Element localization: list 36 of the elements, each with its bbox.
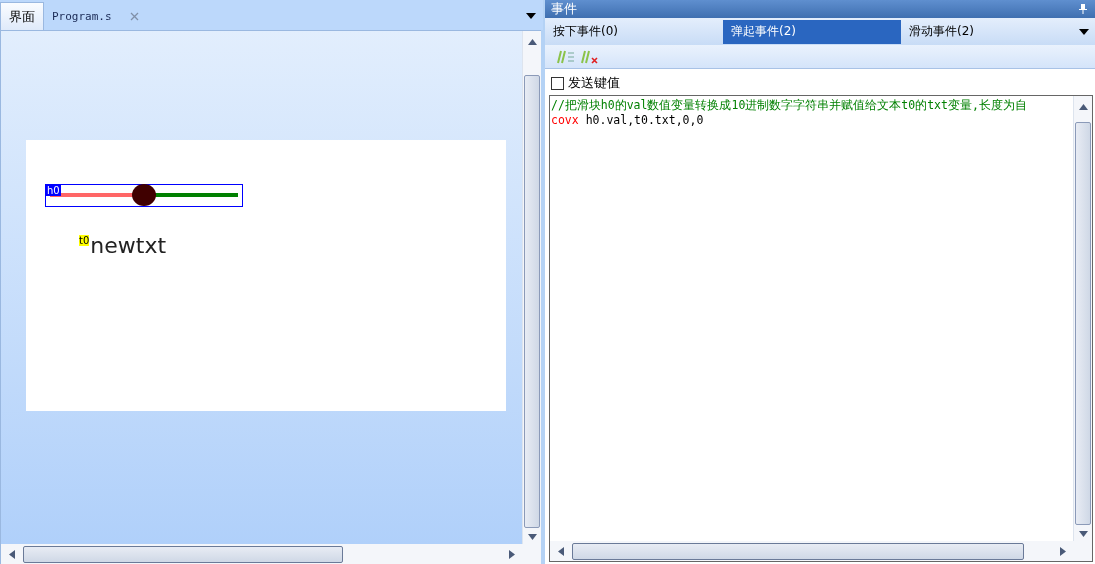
slider-thumb[interactable]: [132, 184, 156, 206]
scroll-thumb[interactable]: [23, 545, 343, 563]
scroll-left-icon[interactable]: [558, 546, 564, 556]
scroll-down-icon[interactable]: [527, 534, 537, 540]
scroll-right-icon[interactable]: [1060, 546, 1066, 556]
scroll-left-icon[interactable]: [9, 549, 15, 559]
scroll-thumb[interactable]: [524, 75, 540, 528]
scroll-thumb[interactable]: [1075, 122, 1091, 525]
scroll-down-icon[interactable]: [1078, 531, 1088, 537]
scroll-up-icon[interactable]: [527, 39, 537, 45]
checkbox[interactable]: [551, 76, 564, 90]
slider-name-label: h0: [46, 185, 61, 196]
event-tab[interactable]: 弹起事件(2): [723, 19, 901, 44]
code-editor[interactable]: //把滑块h0的val数值变量转换成10进制数字字符串并赋值给文本t0的txt变量,长度为自 covx h0.val,t0.txt,0,0: [549, 95, 1093, 562]
document-tab[interactable]: Program.s: [44, 3, 147, 30]
horizontal-scrollbar[interactable]: [550, 541, 1092, 561]
checkbox-label: 发送键值: [568, 74, 620, 92]
text-name-label: t0: [79, 235, 90, 246]
vertical-scrollbar[interactable]: [1073, 96, 1092, 541]
horizontal-scrollbar[interactable]: [1, 544, 541, 564]
scroll-up-icon[interactable]: [1078, 104, 1088, 110]
event-tab[interactable]: 按下事件(0): [545, 19, 723, 44]
uncomment-icon[interactable]: [581, 48, 599, 65]
slider-widget[interactable]: h0: [45, 184, 243, 207]
panel-title: 事件: [551, 0, 577, 18]
event-tab[interactable]: 滑动事件(2): [901, 19, 1079, 44]
dropdown-icon[interactable]: [1079, 29, 1089, 35]
text-widget[interactable]: newtxt: [90, 233, 167, 258]
vertical-scrollbar[interactable]: [522, 31, 541, 544]
scroll-right-icon[interactable]: [509, 549, 515, 559]
scroll-thumb[interactable]: [572, 542, 1024, 560]
code-line: covx h0.val,t0.txt,0,0: [551, 113, 705, 128]
dropdown-icon[interactable]: [526, 13, 536, 19]
code-line: //把滑块h0的val数值变量转换成10进制数字字符串并赋值给文本t0的txt变量,长度为自: [551, 98, 1028, 113]
pin-icon[interactable]: [1079, 4, 1087, 14]
document-tab[interactable]: 界面: [0, 2, 44, 30]
